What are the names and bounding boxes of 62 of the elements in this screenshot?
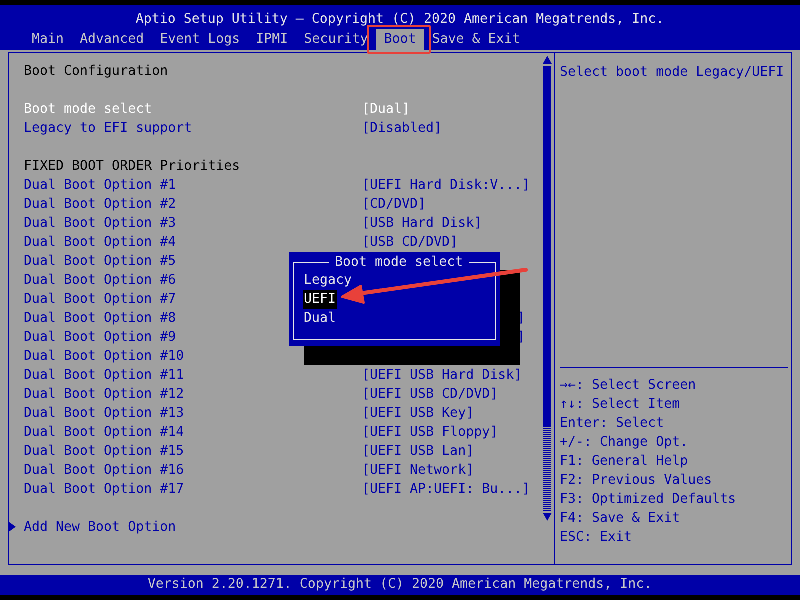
setting-label[interactable]: Dual Boot Option #11: [24, 366, 184, 385]
setting-label[interactable]: Dual Boot Option #15: [24, 442, 184, 461]
menu-tab[interactable]: Security: [296, 29, 376, 50]
menu-tab[interactable]: IPMI: [248, 29, 296, 50]
help-text: Select boot mode Legacy/UEFI: [560, 64, 786, 82]
setting-value[interactable]: [UEFI USB CD/DVD]: [362, 385, 542, 404]
key-hint: F3: Optimized Defaults: [560, 491, 738, 509]
highlight-frame: [367, 25, 431, 54]
key-hint: Enter: Select: [560, 415, 666, 433]
section-heading: FIXED BOOT ORDER Priorities: [24, 158, 240, 176]
scroll-thumb[interactable]: [543, 66, 551, 426]
key-hint: F2: Previous Values: [560, 472, 714, 490]
window-title: Aptio Setup Utility – Copyright (C) 2020 American Megatrends, Inc.: [136, 11, 664, 29]
setting-label[interactable]: Dual Boot Option #5: [24, 252, 176, 271]
setting-value[interactable]: [UEFI Hard Disk:V...]: [362, 176, 542, 195]
setting-label[interactable]: Dual Boot Option #7: [24, 290, 176, 309]
menu-tab[interactable]: Advanced: [72, 29, 152, 50]
setting-label[interactable]: Dual Boot Option #1: [24, 176, 176, 195]
setting-label[interactable]: Legacy to EFI support: [24, 119, 192, 138]
setting-label[interactable]: Dual Boot Option #17: [24, 480, 184, 499]
menu-tab[interactable]: Save & Exit: [424, 29, 528, 50]
setting-label[interactable]: Dual Boot Option #2: [24, 195, 176, 214]
setting-value[interactable]: [USB CD/DVD]: [362, 233, 542, 252]
setting-label[interactable]: Dual Boot Option #4: [24, 233, 176, 252]
key-hint: ↑↓: Select Item: [560, 396, 682, 414]
setting-label[interactable]: Dual Boot Option #16: [24, 461, 184, 480]
setting-value[interactable]: [UEFI USB Key]: [362, 404, 542, 423]
key-hint: F4: Save & Exit: [560, 510, 682, 528]
menu-tab[interactable]: Main: [24, 29, 72, 50]
submenu-link[interactable]: Add New Boot Option: [24, 518, 176, 537]
setting-label[interactable]: Dual Boot Option #6: [24, 271, 176, 290]
setting-label[interactable]: Dual Boot Option #12: [24, 385, 184, 404]
key-hint: →←: Select Screen: [560, 377, 698, 395]
scroll-track[interactable]: [543, 66, 551, 511]
scroll-down-icon: [542, 513, 552, 521]
setting-label[interactable]: Boot mode select: [24, 100, 152, 119]
setting-label[interactable]: Dual Boot Option #10: [24, 347, 184, 366]
scroll-up-icon: [542, 56, 552, 64]
section-heading: Boot Configuration: [24, 63, 168, 81]
menu-tab[interactable]: Event Logs: [152, 29, 248, 50]
popup-option[interactable]: Dual: [303, 309, 338, 328]
setting-value[interactable]: [Disabled]: [362, 119, 542, 138]
popup-option[interactable]: Legacy: [303, 271, 354, 290]
key-hint: F1: General Help: [560, 453, 690, 471]
setting-label[interactable]: Dual Boot Option #14: [24, 423, 184, 442]
setting-value[interactable]: [UEFI USB Lan]: [362, 442, 542, 461]
footer-text: Version 2.20.1271. Copyright (C) 2020 American Megatrends, Inc.: [0, 575, 800, 595]
setting-value[interactable]: [UEFI Network]: [362, 461, 542, 480]
setting-label[interactable]: Dual Boot Option #3: [24, 214, 176, 233]
setting-label[interactable]: Dual Boot Option #8: [24, 309, 176, 328]
setting-value[interactable]: [CD/DVD]: [362, 195, 542, 214]
key-hint: +/-: Change Opt.: [560, 434, 690, 452]
setting-value[interactable]: [UEFI AP:UEFI: Bu...]: [362, 480, 542, 499]
setting-label[interactable]: Dual Boot Option #9: [24, 328, 176, 347]
setting-value[interactable]: [UEFI USB Floppy]: [362, 423, 542, 442]
menu-tab[interactable]: Boot: [376, 29, 424, 50]
setting-value[interactable]: [UEFI USB Hard Disk]: [362, 366, 542, 385]
key-hint: ESC: Exit: [560, 529, 634, 547]
setting-value[interactable]: [USB Hard Disk]: [362, 214, 542, 233]
popup-option[interactable]: UEFI: [303, 290, 338, 309]
setting-label[interactable]: Dual Boot Option #13: [24, 404, 184, 423]
setting-value[interactable]: [Dual]: [362, 100, 542, 119]
